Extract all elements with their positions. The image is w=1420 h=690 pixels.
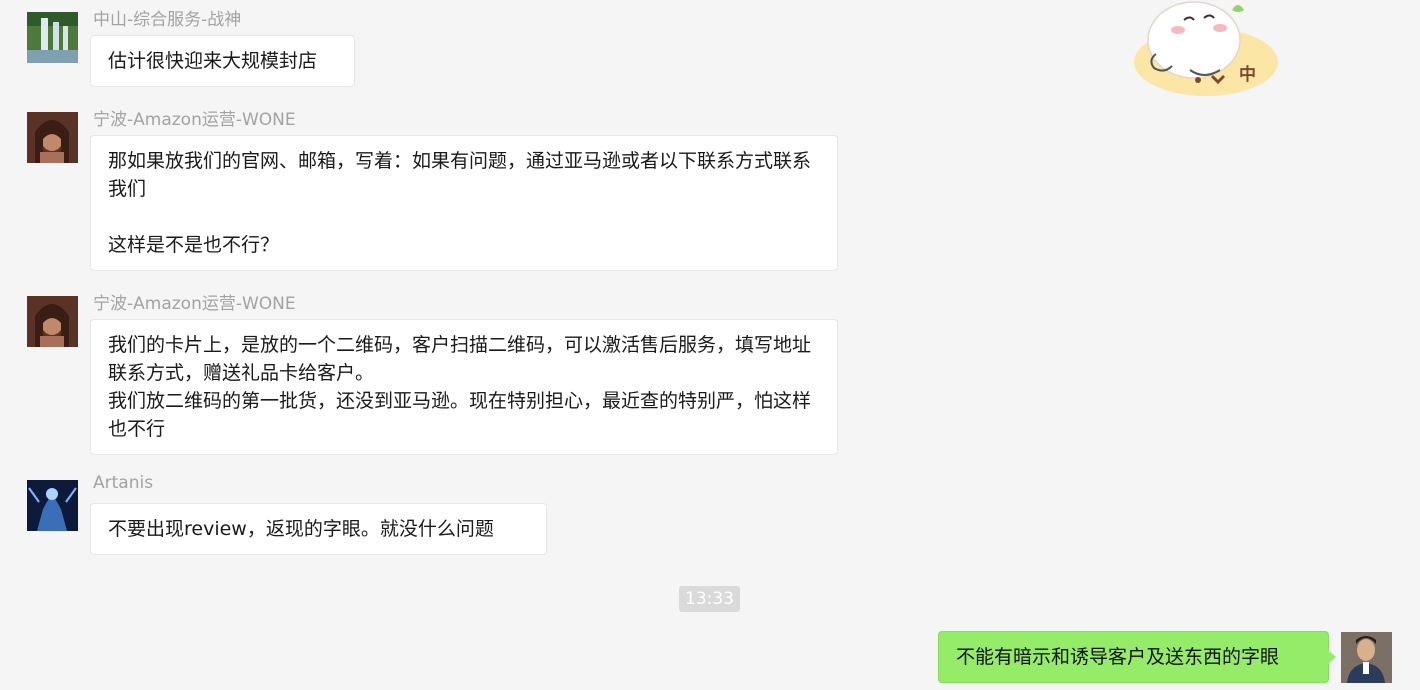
cute-blob-sticker[interactable]: 中: [1128, 0, 1280, 100]
game-character-avatar[interactable]: [27, 480, 78, 531]
message-bubble[interactable]: 我们的卡片上，是放的一个二维码，客户扫描二维码，可以激活售后服务，填写地址联系方…: [90, 319, 838, 455]
waterfall-avatar[interactable]: [27, 12, 78, 63]
message-bubble[interactable]: 不要出现review，返现的字眼。就没什么问题: [90, 503, 547, 555]
woman-portrait-avatar[interactable]: [27, 112, 78, 163]
sender-name: Artanis: [93, 473, 154, 493]
my-message-bubble[interactable]: 不能有暗示和诱导客户及送东西的字眼: [938, 631, 1329, 683]
woman-portrait-avatar[interactable]: [27, 296, 78, 347]
bubble-tail: [1328, 650, 1336, 664]
sender-name: 宁波-Amazon运营-WONE: [93, 110, 296, 130]
man-portrait-avatar[interactable]: [1341, 632, 1392, 683]
blob-sticker-icon: [1134, 1, 1278, 96]
sticker-text: 中: [1239, 65, 1256, 85]
sender-name: 宁波-Amazon运营-WONE: [93, 294, 296, 314]
message-bubble[interactable]: 估计很快迎来大规模封店: [90, 35, 355, 87]
message-bubble[interactable]: 那如果放我们的官网、邮箱，写着：如果有问题，通过亚马逊或者以下联系方式联系我们 …: [90, 135, 838, 271]
timestamp: 13:33: [679, 586, 740, 612]
sender-name: 中山-综合服务-战神: [93, 10, 242, 30]
